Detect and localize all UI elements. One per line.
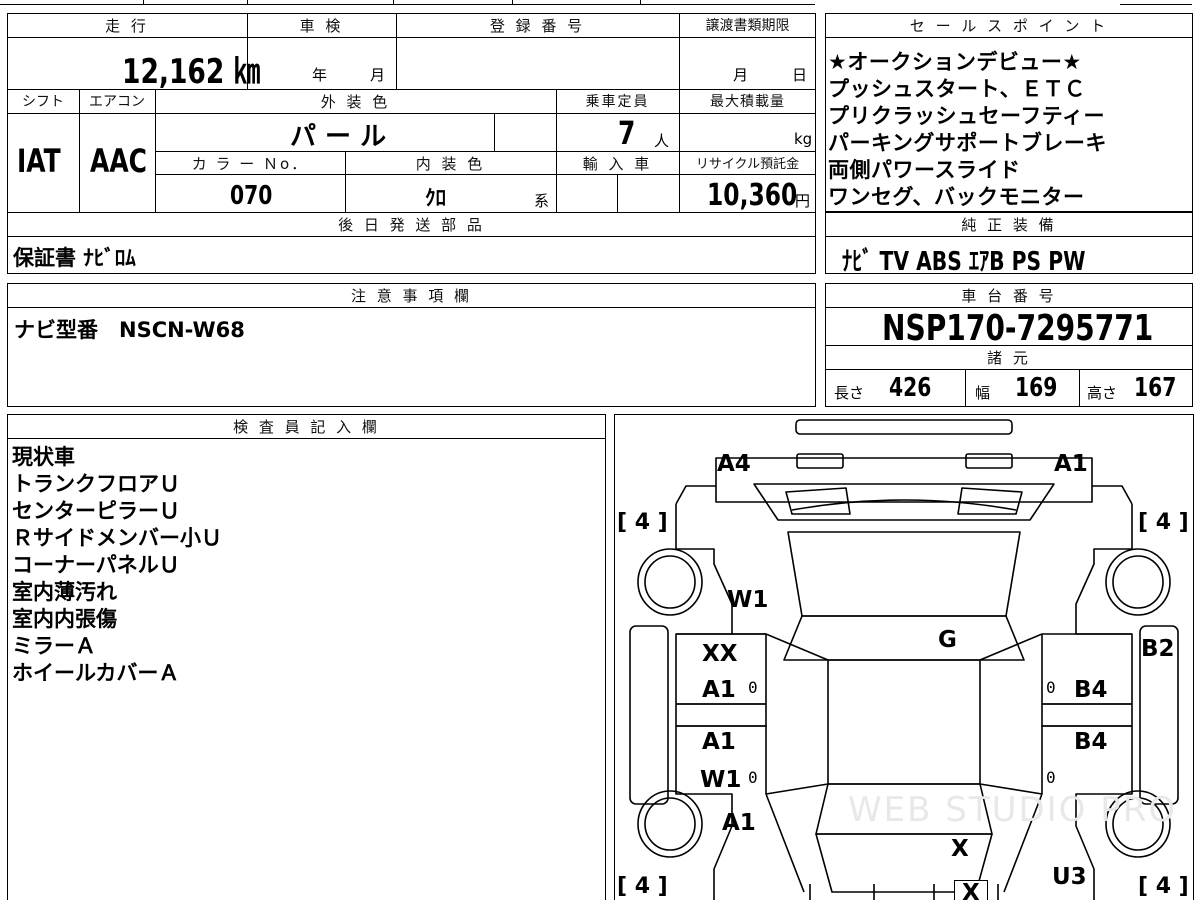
height-label: 高さ [1087, 384, 1118, 402]
recycle-unit: 円 [795, 192, 811, 210]
color-no-value: 070 [230, 181, 273, 211]
mark-left-front-fender: A1 [722, 810, 756, 836]
max-load-unit: kg [794, 130, 813, 148]
sales-point-line: 両側パワースライド [828, 158, 1021, 182]
registration-header: 登 録 番 号 [489, 17, 586, 35]
tire-top-left: [ 4 ] [617, 510, 668, 535]
interior-color-header: 内 装 色 [415, 155, 486, 173]
inspector-line: 室内薄汚れ [12, 580, 117, 604]
sales-point-line: プリクラッシュセーフティー [828, 104, 1105, 128]
mark-rear-left: A4 [717, 451, 751, 477]
mark-left-rear-door-a: XX [702, 641, 738, 667]
top-strip-line [1120, 4, 1192, 5]
recycle-header: リサイクル預託金 [695, 157, 800, 172]
zero-mark: 0 [748, 678, 758, 697]
sales-point-line: ★オークションデビュー★ [828, 50, 1082, 74]
tire-top-right: [ 4 ] [1138, 510, 1189, 535]
mark-left-front-door-b: W1 [700, 767, 742, 793]
width-value: 169 [1015, 373, 1058, 403]
tire-bottom-right: [ 4 ] [1138, 874, 1189, 899]
later-parts-value: 保証書 ﾅﾋﾞﾛﾑ [13, 246, 136, 270]
sales-point-line: ワンセグ、バックモニター [828, 185, 1085, 209]
shift-header: シフト [22, 94, 64, 110]
inspector-line: ホイールカバーＡ [12, 661, 180, 685]
top-strip-line [0, 4, 815, 5]
mark-left-rear-door-b: A1 [702, 677, 736, 703]
sales-points-header: セ ー ル ス ポ イ ン ト [909, 17, 1109, 35]
mark-front-bumper: X [962, 880, 980, 900]
sales-point-line: パーキングサポートブレーキ [828, 131, 1107, 155]
inspector-line: ミラーＡ [12, 634, 96, 658]
aircon-header: エアコン [89, 94, 145, 110]
exterior-color-header: 外 装 色 [320, 93, 391, 111]
mileage-value: 12,162 ㎞ [122, 52, 261, 92]
color-no-header: カ ラ ー Ｎo． [191, 155, 309, 173]
mark-rear-window: W1 [727, 587, 769, 613]
inspector-line: コーナーパネルＵ [12, 553, 180, 577]
recycle-value: 10,360 [707, 178, 798, 213]
top-strip-divider [512, 0, 513, 5]
chassis-value: NSP170-7295771 [882, 308, 1154, 349]
inspection-year-label: 年 [312, 66, 328, 84]
notes-value: ナビ型番 NSCN-W68 [14, 318, 245, 342]
specs-header: 諸 元 [987, 349, 1031, 367]
equipment-header: 純 正 装 備 [961, 216, 1057, 234]
inspector-line: Ｒサイドメンバー小Ｕ [12, 526, 222, 550]
zero-mark: 0 [1046, 678, 1056, 697]
equipment-value: ﾅﾋﾞ TV ABS ｴｱB PS PW [842, 247, 1086, 277]
zero-mark: 0 [1046, 768, 1056, 787]
mileage-header: 走 行 [105, 17, 149, 35]
mark-right-front-fender: U3 [1052, 864, 1087, 890]
chassis-header: 車 台 番 号 [961, 287, 1057, 305]
mark-right-rear-door: B4 [1074, 677, 1108, 703]
mark-hood: X [951, 836, 969, 862]
transfer-deadline-header: 譲渡書類期限 [705, 18, 790, 34]
top-strip-divider [640, 0, 641, 5]
mark-rear-right: A1 [1054, 451, 1088, 477]
max-load-header: 最大積載量 [710, 94, 785, 110]
top-strip-divider [247, 0, 248, 5]
zero-mark: 0 [748, 768, 758, 787]
deadline-month-label: 月 [733, 66, 749, 84]
mark-right-front-door: B4 [1074, 729, 1108, 755]
mark-right-quarter: B2 [1141, 636, 1175, 662]
inspector-line: 室内内張傷 [12, 607, 117, 631]
mark-roof: G [938, 627, 957, 653]
mark-left-front-door-a: A1 [702, 729, 736, 755]
height-value: 167 [1134, 373, 1177, 403]
capacity-value: 7 [618, 114, 636, 152]
length-value: 426 [889, 373, 932, 403]
top-strip-divider [393, 0, 394, 5]
tire-bottom-left: [ 4 ] [617, 874, 668, 899]
watermark: WEB STUDIO PRO [848, 790, 1178, 830]
length-label: 長さ [834, 384, 865, 402]
interior-color-value: ｸﾛ [425, 186, 446, 210]
inspection-header: 車 検 [299, 17, 344, 35]
inspector-header: 検 査 員 記 入 欄 [233, 418, 380, 436]
capacity-header: 乗車定員 [585, 94, 650, 110]
later-parts-header: 後 日 発 送 部 品 [338, 216, 485, 234]
aircon-value: AAC [90, 142, 147, 180]
sales-point-line: プッシュスタート、ＥＴＣ [828, 77, 1086, 101]
import-header: 輸 入 車 [582, 155, 653, 173]
notes-header: 注 意 事 項 欄 [350, 287, 473, 305]
shift-value: IAT [17, 142, 61, 180]
interior-suffix: 系 [534, 192, 550, 210]
deadline-day-label: 日 [792, 66, 808, 84]
top-strip-divider [143, 0, 144, 5]
exterior-color-value: パ ー ル [290, 122, 387, 152]
inspector-line: トランクフロアＵ [12, 472, 180, 496]
inspector-line: センターピラーＵ [12, 499, 180, 523]
inspector-line: 現状車 [12, 445, 75, 469]
capacity-unit: 人 [654, 132, 670, 150]
inspection-month-label: 月 [370, 66, 386, 84]
width-label: 幅 [975, 384, 991, 402]
